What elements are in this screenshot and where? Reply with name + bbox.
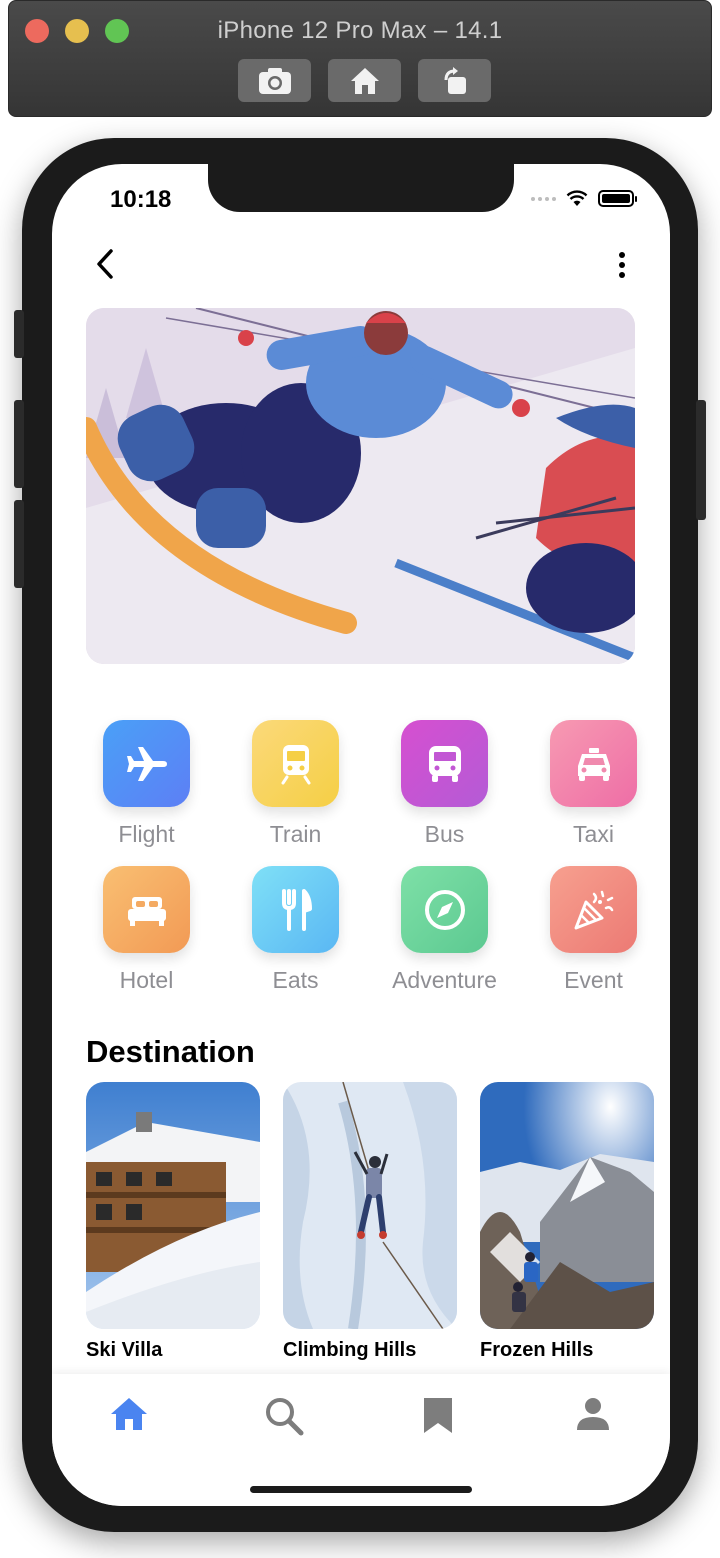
adventure-tile[interactable] bbox=[401, 866, 488, 953]
category-grid: Flight Train Bus Taxi Hotel Eats Adventu… bbox=[72, 720, 668, 994]
category-eats[interactable]: Eats bbox=[221, 866, 370, 994]
volume-up-button bbox=[14, 400, 24, 488]
mute-switch bbox=[14, 310, 24, 358]
destination-carousel[interactable]: Ski Villa Climbing Hills Frozen Hills bbox=[86, 1082, 654, 1362]
category-label: Adventure bbox=[392, 967, 497, 993]
bus-tile[interactable] bbox=[401, 720, 488, 807]
simulator-toolbar: iPhone 12 Pro Max – 14.1 bbox=[8, 0, 712, 117]
category-bus[interactable]: Bus bbox=[370, 720, 519, 848]
home-indicator[interactable] bbox=[250, 1486, 472, 1493]
home-icon bbox=[111, 1398, 148, 1430]
destination-title: Destination bbox=[86, 1034, 255, 1069]
search-icon bbox=[265, 1398, 304, 1436]
rotate-icon bbox=[444, 66, 466, 94]
power-button bbox=[696, 400, 706, 520]
status-indicators bbox=[531, 190, 637, 207]
train-tile[interactable] bbox=[252, 720, 339, 807]
category-event[interactable]: Event bbox=[519, 866, 668, 994]
event-tile[interactable] bbox=[550, 866, 637, 953]
destination-image bbox=[283, 1082, 457, 1329]
category-label: Taxi bbox=[573, 821, 614, 847]
back-button[interactable] bbox=[90, 246, 120, 282]
home-button[interactable] bbox=[328, 59, 401, 102]
category-label: Bus bbox=[424, 821, 465, 847]
volume-down-button bbox=[14, 500, 24, 588]
category-train[interactable]: Train bbox=[221, 720, 370, 848]
taxi-icon bbox=[577, 747, 610, 781]
tab-bookmarks[interactable] bbox=[408, 1396, 468, 1446]
taxi-tile[interactable] bbox=[550, 720, 637, 807]
app-screen: 10:18 Flight Train Bus Taxi Hotel Eats A… bbox=[52, 164, 670, 1506]
category-flight[interactable]: Flight bbox=[72, 720, 221, 848]
destination-image bbox=[86, 1082, 260, 1329]
destination-image bbox=[480, 1082, 654, 1329]
destination-name: Climbing Hills bbox=[283, 1339, 417, 1361]
rotate-button[interactable] bbox=[418, 59, 491, 102]
party-icon bbox=[574, 890, 613, 929]
bookmark-icon bbox=[424, 1398, 453, 1433]
eats-tile[interactable] bbox=[252, 866, 339, 953]
battery-icon bbox=[598, 190, 637, 207]
cutlery-icon bbox=[281, 888, 312, 931]
category-label: Train bbox=[269, 821, 322, 847]
wifi-icon bbox=[566, 190, 588, 206]
home-icon bbox=[350, 67, 379, 94]
hotel-tile[interactable] bbox=[103, 866, 190, 953]
airplane-icon bbox=[126, 746, 167, 781]
category-label: Hotel bbox=[119, 967, 174, 993]
train-icon bbox=[281, 744, 310, 784]
bus-icon bbox=[428, 745, 461, 782]
status-time: 10:18 bbox=[110, 186, 172, 213]
category-label: Flight bbox=[118, 821, 175, 847]
signal-icon bbox=[531, 196, 556, 201]
bed-icon bbox=[127, 896, 166, 926]
destination-card[interactable]: Frozen Hills bbox=[480, 1082, 654, 1362]
hero-illustration bbox=[86, 308, 635, 664]
tab-search[interactable] bbox=[254, 1396, 314, 1446]
more-vertical-icon bbox=[619, 252, 625, 258]
destination-name: Frozen Hills bbox=[480, 1339, 594, 1361]
simulator-title: iPhone 12 Pro Max – 14.1 bbox=[217, 17, 503, 44]
compass-icon bbox=[424, 889, 465, 930]
category-label: Event bbox=[564, 967, 623, 993]
screenshot-icon bbox=[258, 67, 291, 94]
destination-card[interactable]: Ski Villa bbox=[86, 1082, 260, 1362]
chevron-left-icon bbox=[97, 249, 113, 279]
screenshot-button[interactable] bbox=[238, 59, 311, 102]
category-adventure[interactable]: Adventure bbox=[370, 866, 519, 994]
category-taxi[interactable]: Taxi bbox=[519, 720, 668, 848]
destination-card[interactable]: Climbing Hills bbox=[283, 1082, 457, 1362]
category-label: Eats bbox=[272, 967, 319, 993]
more-options-button[interactable] bbox=[614, 248, 630, 282]
notch bbox=[208, 164, 514, 212]
destination-name: Ski Villa bbox=[86, 1339, 163, 1361]
tab-profile[interactable] bbox=[563, 1396, 623, 1446]
profile-icon bbox=[576, 1398, 609, 1430]
flight-tile[interactable] bbox=[103, 720, 190, 807]
category-hotel[interactable]: Hotel bbox=[72, 866, 221, 994]
tab-home[interactable] bbox=[99, 1396, 159, 1446]
